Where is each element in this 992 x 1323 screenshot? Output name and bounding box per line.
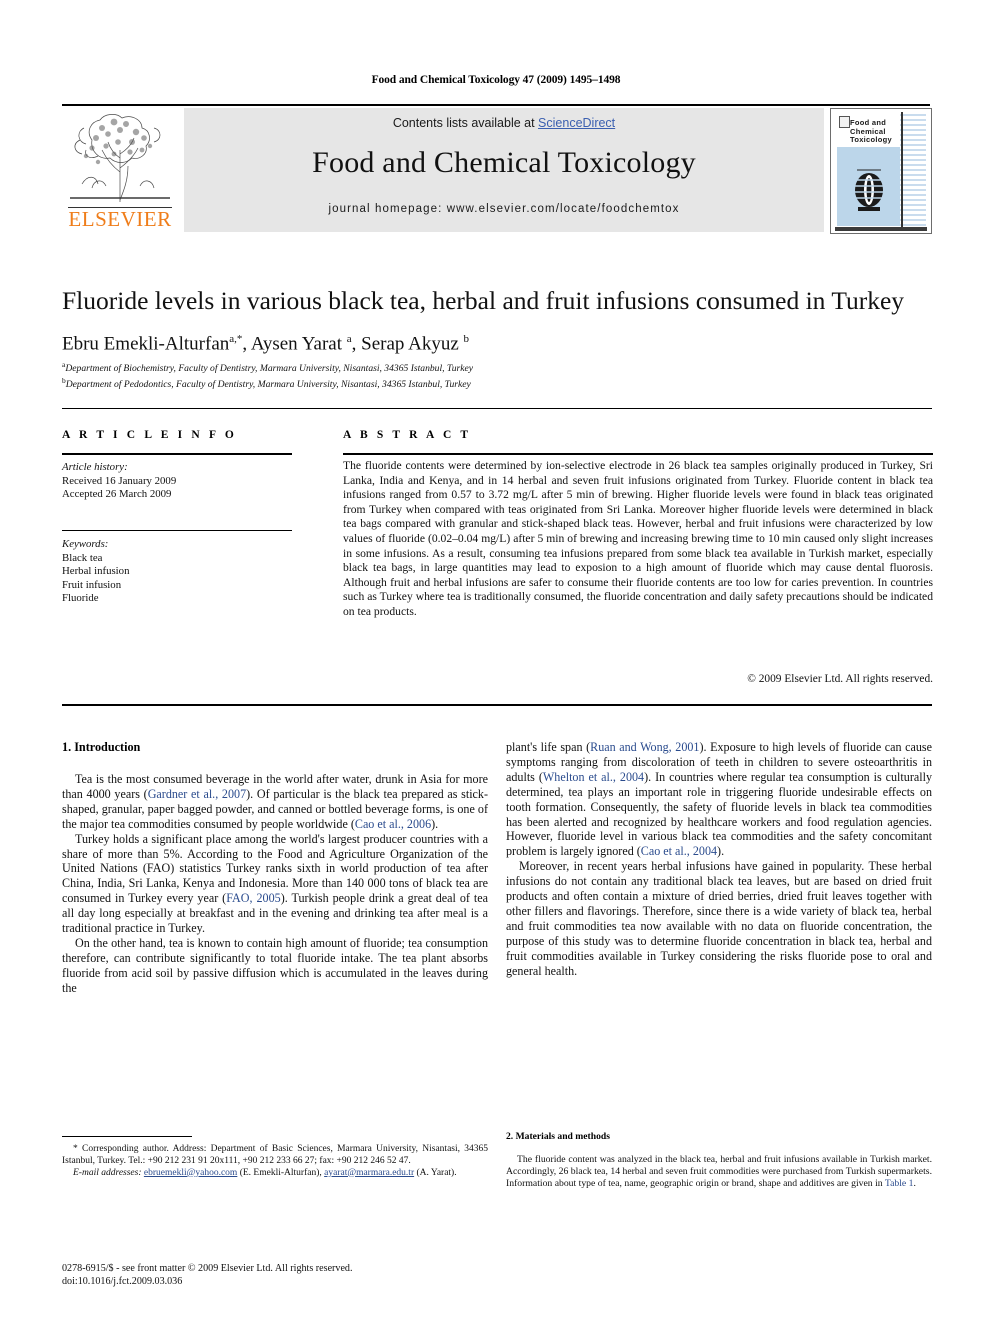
copyright-line: © 2009 Elsevier Ltd. All rights reserved… [747, 673, 933, 685]
affiliation-a-text: Department of Biochemistry, Faculty of D… [65, 363, 474, 375]
page-title: Fluoride levels in various black tea, he… [62, 286, 905, 315]
body-paragraph: Moreover, in recent years herbal infusio… [506, 859, 932, 978]
introduction-right-column: plant's life span (Ruan and Wong, 2001).… [506, 740, 932, 979]
citation-link[interactable]: Table 1 [885, 1178, 914, 1189]
banner-top-rule [62, 104, 930, 106]
email-addresses-note: E-mail addresses: ebruemekli@yahoo.com (… [62, 1168, 488, 1180]
info-top-rule [62, 408, 932, 409]
abstract-rule [343, 453, 933, 455]
journal-name: Food and Chemical Toxicology [312, 146, 696, 179]
paragraph-text: Moreover, in recent years herbal infusio… [506, 859, 932, 978]
journal-banner: ELSEVIER Contents lists available at Sci… [62, 104, 932, 234]
journal-cover-thumbnail[interactable]: Food and Chemical Toxicology [830, 108, 932, 234]
introduction-left-column: Tea is the most consumed beverage in the… [62, 772, 488, 996]
cover-art: Food and Chemical Toxicology [837, 114, 900, 226]
footnote-rule [62, 1136, 192, 1137]
keyword-item: Herbal infusion [62, 565, 130, 578]
corresponding-author-note: * Corresponding author. Address: Departm… [62, 1144, 488, 1166]
issn-block: 0278-6915/$ - see front matter © 2009 El… [62, 1262, 488, 1288]
affiliation-a: aDepartment of Biochemistry, Faculty of … [62, 360, 474, 375]
paragraph-text: plant's life span ( [506, 740, 591, 754]
contents-lists-line: Contents lists available at ScienceDirec… [184, 116, 824, 130]
article-history-block: Article history: Received 16 January 200… [62, 461, 302, 502]
header-bottom-rule [62, 704, 932, 706]
keyword-item: Fruit infusion [62, 578, 122, 591]
body-paragraph: Turkey holds a significant place among t… [62, 832, 488, 936]
running-head: Food and Chemical Toxicology 47 (2009) 1… [371, 74, 621, 86]
cover-emblem-icon [854, 169, 884, 211]
paragraph-text: ). [431, 816, 439, 831]
article-accepted: Accepted 26 March 2009 [62, 488, 172, 501]
abstract-text: The fluoride contents were determined by… [343, 459, 933, 618]
cover-title-text: Food and Chemical Toxicology [850, 118, 893, 144]
sciencedirect-link[interactable]: ScienceDirect [538, 116, 615, 130]
cover-elsevier-mark-icon [839, 116, 850, 128]
issn-line: 0278-6915/$ - see front matter © 2009 El… [62, 1263, 353, 1274]
paragraph-text: . [913, 1178, 916, 1190]
citation-link[interactable]: Cao et al., 2004 [641, 844, 717, 858]
journal-homepage[interactable]: journal homepage: www.elsevier.com/locat… [184, 203, 824, 215]
contents-lists-prefix: Contents lists available at [392, 116, 539, 130]
cover-stripes [900, 114, 926, 226]
affiliation-b: bDepartment of Pedodontics, Faculty of D… [62, 376, 471, 391]
citation-link[interactable]: FAO, 2005 [226, 891, 280, 905]
citation-link[interactable]: Ruan and Wong, 2001 [590, 740, 699, 754]
section-heading-introduction: 1. Introduction [62, 740, 141, 754]
keyword-item: Black tea [62, 551, 103, 564]
article-history-label: Article history: [62, 461, 128, 473]
elsevier-logo: ELSEVIER [62, 110, 178, 232]
paragraph-text: On the other hand, tea is known to conta… [62, 935, 488, 995]
affiliation-b-text: Department of Pedodontics, Faculty of De… [65, 379, 471, 391]
body-paragraph: The fluoride content was analyzed in the… [506, 1154, 932, 1191]
footnote-block: * Corresponding author. Address: Departm… [62, 1144, 488, 1179]
email-owner-1: (E. Emekli-Alturfan), [237, 1167, 325, 1178]
materials-and-methods-text: The fluoride content was analyzed in the… [506, 1154, 932, 1191]
author-list: Ebru Emekli-Alturfana,*, Aysen Yarat a, … [62, 333, 470, 355]
body-paragraph: plant's life span (Ruan and Wong, 2001).… [506, 740, 932, 859]
article-received: Received 16 January 2009 [62, 474, 177, 487]
affiliations: aDepartment of Biochemistry, Faculty of … [62, 359, 932, 392]
doi-line: doi:10.1016/j.fct.2009.03.036 [62, 1276, 183, 1287]
citation-link[interactable]: Cao et al., 2006 [355, 817, 431, 831]
email-owner-2: (A. Yarat). [414, 1167, 457, 1178]
abstract-heading: A B S T R A C T [343, 429, 472, 441]
keyword-item: Fluoride [62, 592, 99, 605]
elsevier-tree-icon [70, 114, 170, 202]
paragraph-text: ). [717, 844, 725, 859]
cover-divider [901, 112, 903, 230]
email-link-2[interactable]: ayarat@marmara.edu.tr [324, 1168, 414, 1178]
article-info-heading: A R T I C L E I N F O [62, 429, 237, 441]
article-page: Food and Chemical Toxicology 47 (2009) 1… [0, 0, 992, 1323]
email-addresses-label: E-mail addresses: [73, 1167, 142, 1178]
paragraph-text: The fluoride content was analyzed in the… [506, 1154, 932, 1190]
keywords-label: Keywords: [62, 538, 109, 550]
section-heading-materials: 2. Materials and methods [506, 1131, 610, 1142]
keywords-rule [62, 530, 292, 531]
body-paragraph: On the other hand, tea is known to conta… [62, 936, 488, 996]
email-link-1[interactable]: ebruemekli@yahoo.com [144, 1168, 237, 1178]
body-paragraph: Tea is the most consumed beverage in the… [62, 772, 488, 832]
article-info-rule [62, 453, 292, 455]
citation-link[interactable]: Whelton et al., 2004 [543, 770, 644, 784]
elsevier-wordmark: ELSEVIER [68, 207, 172, 231]
cover-footer-bar [835, 227, 927, 231]
citation-link[interactable]: Gardner et al., 2007 [148, 787, 246, 801]
keywords-block: Keywords: Black tea Herbal infusion Frui… [62, 538, 302, 606]
